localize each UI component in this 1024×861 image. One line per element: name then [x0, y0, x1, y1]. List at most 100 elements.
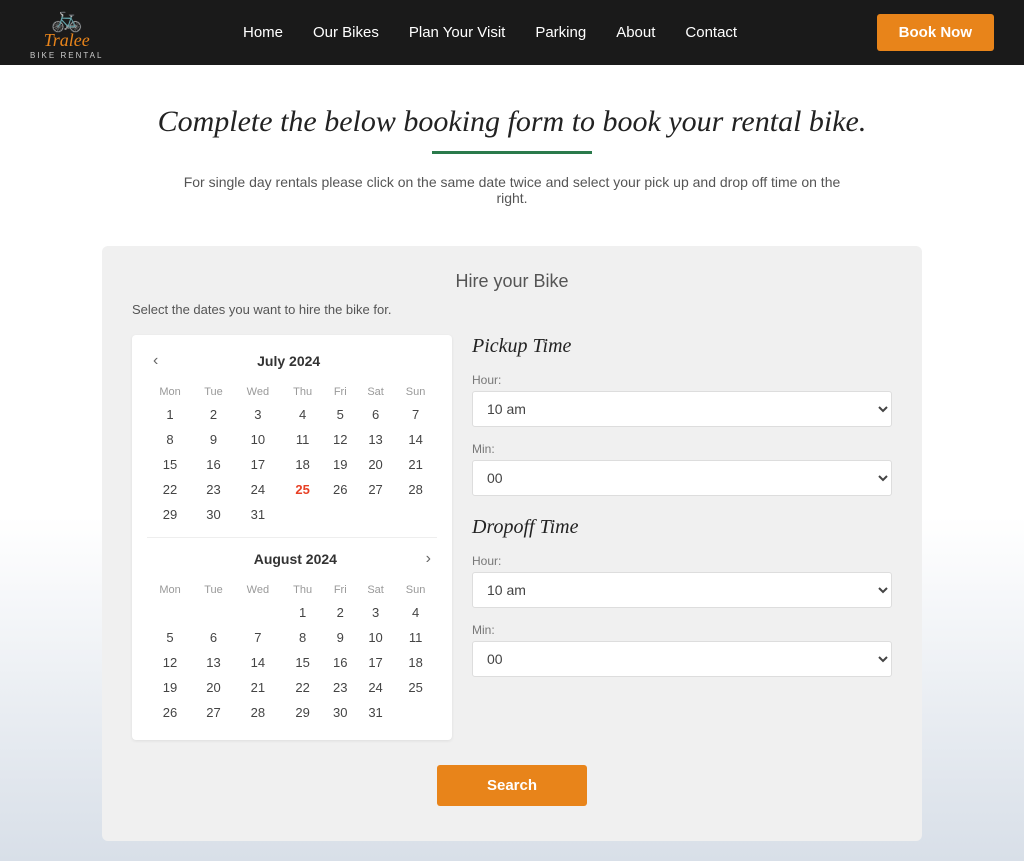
book-now-button[interactable]: Book Now	[877, 14, 994, 51]
calendar-day[interactable]: 29	[282, 700, 324, 725]
calendar-day[interactable]: 26	[147, 700, 193, 725]
august-label: August 2024	[254, 551, 337, 567]
pickup-hour-label: Hour:	[472, 373, 892, 387]
calendar-day[interactable]: 19	[323, 452, 356, 477]
calendar-day[interactable]: 9	[193, 427, 234, 452]
day-header: Thu	[282, 580, 324, 600]
nav-parking[interactable]: Parking	[535, 24, 586, 41]
hero-section: Complete the below booking form to book …	[0, 65, 1024, 226]
calendar-day[interactable]: 20	[357, 452, 394, 477]
hero-subtext: For single day rentals please click on t…	[172, 174, 852, 206]
august-month-header: August 2024 ›	[147, 548, 437, 570]
calendar-day[interactable]: 18	[282, 452, 324, 477]
calendar-day[interactable]: 14	[394, 427, 437, 452]
calendar-day[interactable]: 17	[234, 452, 282, 477]
booking-subtitle: Select the dates you want to hire the bi…	[132, 302, 892, 317]
calendar-day[interactable]: 24	[234, 477, 282, 502]
calendar-day[interactable]: 26	[323, 477, 356, 502]
search-button[interactable]: Search	[437, 765, 587, 806]
july-calendar-grid: MonTueWedThuFriSatSun 123456789101112131…	[147, 382, 437, 527]
calendar-day[interactable]: 31	[234, 502, 282, 527]
calendar-day[interactable]: 28	[394, 477, 437, 502]
nav-home[interactable]: Home	[243, 24, 283, 41]
calendar-day[interactable]: 1	[147, 402, 193, 427]
empty-cell	[394, 502, 437, 527]
calendar-day[interactable]: 13	[357, 427, 394, 452]
calendar-day[interactable]: 7	[234, 625, 282, 650]
nav-our-bikes[interactable]: Our Bikes	[313, 24, 379, 41]
calendar-day[interactable]: 9	[323, 625, 356, 650]
nav-plan-your-visit[interactable]: Plan Your Visit	[409, 24, 505, 41]
calendar-day[interactable]: 23	[193, 477, 234, 502]
pickup-hour-select[interactable]: 8 am9 am10 am11 am12 pm1 pm2 pm3 pm4 pm5…	[472, 391, 892, 427]
calendar-day[interactable]: 12	[147, 650, 193, 675]
calendar-day[interactable]: 3	[357, 600, 394, 625]
day-header: Sun	[394, 382, 437, 402]
dropoff-section: Dropoff Time Hour: 8 am9 am10 am11 am12 …	[472, 516, 892, 677]
calendar-day[interactable]: 16	[193, 452, 234, 477]
calendar-day[interactable]: 6	[193, 625, 234, 650]
calendar-day[interactable]: 4	[282, 402, 324, 427]
nav-links: Home Our Bikes Plan Your Visit Parking A…	[243, 24, 737, 42]
empty-cell	[282, 502, 324, 527]
calendar-day[interactable]: 12	[323, 427, 356, 452]
calendar-day[interactable]: 2	[193, 402, 234, 427]
day-header: Thu	[282, 382, 324, 402]
calendar-day[interactable]: 22	[147, 477, 193, 502]
calendar-day[interactable]: 14	[234, 650, 282, 675]
calendar-day[interactable]: 22	[282, 675, 324, 700]
calendar-day[interactable]: 15	[282, 650, 324, 675]
calendar-day[interactable]: 28	[234, 700, 282, 725]
prev-month-button[interactable]: ‹	[147, 350, 164, 372]
calendar-day[interactable]: 15	[147, 452, 193, 477]
day-header: Sat	[357, 382, 394, 402]
calendar-day[interactable]: 10	[234, 427, 282, 452]
calendar-day[interactable]: 30	[193, 502, 234, 527]
calendar-day[interactable]: 21	[234, 675, 282, 700]
calendar-day[interactable]: 20	[193, 675, 234, 700]
calendar-time-layout: ‹ July 2024 MonTueWedThuFriSatSun 123456…	[132, 335, 892, 740]
calendar-day[interactable]: 25	[394, 675, 437, 700]
dropoff-min-select[interactable]: 00153045	[472, 641, 892, 677]
calendar-day[interactable]: 23	[323, 675, 356, 700]
calendar-day[interactable]: 24	[357, 675, 394, 700]
calendar-day[interactable]: 8	[282, 625, 324, 650]
calendar-day[interactable]: 16	[323, 650, 356, 675]
calendar-day[interactable]: 5	[147, 625, 193, 650]
august-calendar-body: 1234567891011121314151617181920212223242…	[147, 600, 437, 725]
calendar-day[interactable]: 11	[282, 427, 324, 452]
calendar-day[interactable]: 18	[394, 650, 437, 675]
calendar-day[interactable]: 11	[394, 625, 437, 650]
calendar-day[interactable]: 10	[357, 625, 394, 650]
calendar-day[interactable]: 8	[147, 427, 193, 452]
calendar-day[interactable]: 27	[193, 700, 234, 725]
calendar-day[interactable]: 2	[323, 600, 356, 625]
logo[interactable]: 🚲 Tralee BIKE RENTAL	[30, 5, 103, 60]
calendar-day[interactable]: 29	[147, 502, 193, 527]
calendar-day[interactable]: 1	[282, 600, 324, 625]
calendar-day[interactable]: 17	[357, 650, 394, 675]
nav-contact[interactable]: Contact	[685, 24, 737, 41]
calendar-day[interactable]: 31	[357, 700, 394, 725]
calendar-day[interactable]: 3	[234, 402, 282, 427]
calendar-day[interactable]: 6	[357, 402, 394, 427]
dropoff-hour-select[interactable]: 8 am9 am10 am11 am12 pm1 pm2 pm3 pm4 pm5…	[472, 572, 892, 608]
calendar-day[interactable]: 21	[394, 452, 437, 477]
calendar-day[interactable]: 7	[394, 402, 437, 427]
pickup-min-select[interactable]: 00153045	[472, 460, 892, 496]
dropoff-label: Dropoff Time	[472, 516, 892, 539]
nav-about[interactable]: About	[616, 24, 655, 41]
calendar-day[interactable]: 19	[147, 675, 193, 700]
calendar-day[interactable]: 4	[394, 600, 437, 625]
calendar-day[interactable]: 27	[357, 477, 394, 502]
calendar-day[interactable]: 30	[323, 700, 356, 725]
day-header: Mon	[147, 580, 193, 600]
calendar-day[interactable]: 25	[282, 477, 324, 502]
pickup-min-field: Min: 00153045	[472, 442, 892, 496]
navbar: 🚲 Tralee BIKE RENTAL Home Our Bikes Plan…	[0, 0, 1024, 65]
calendar-day[interactable]: 5	[323, 402, 356, 427]
calendar-day[interactable]: 13	[193, 650, 234, 675]
july-month-header: ‹ July 2024	[147, 350, 437, 372]
next-month-button[interactable]: ›	[420, 548, 437, 570]
booking-title: Hire your Bike	[132, 271, 892, 292]
